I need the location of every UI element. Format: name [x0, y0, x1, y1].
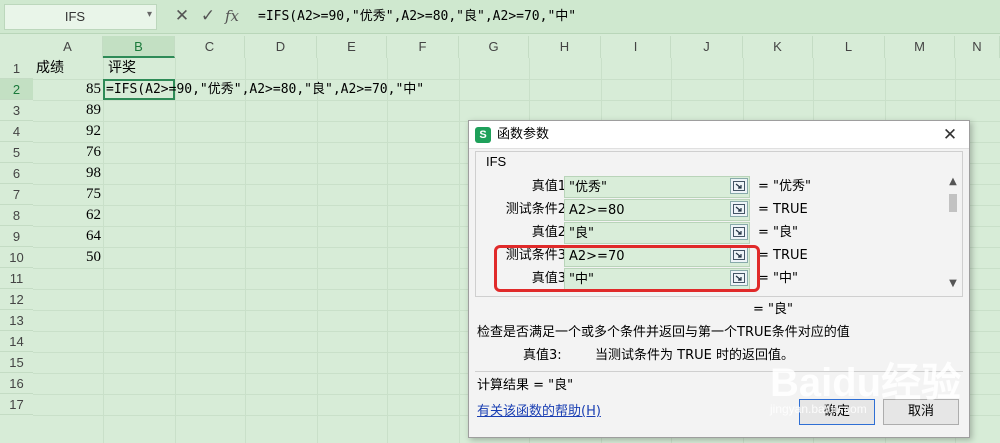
close-icon[interactable]: ✕ [939, 124, 961, 146]
insert-function-button[interactable]: fx [220, 4, 244, 28]
column-header-f[interactable]: F [387, 36, 459, 58]
column-header-m[interactable]: M [885, 36, 955, 58]
function-name: IFS [486, 154, 507, 169]
cell-a6[interactable]: 98 [33, 163, 101, 184]
formula-bar: IFS ▾ ✕ ✓ fx =IFS(A2>=90,"优秀",A2>=80,"良"… [0, 0, 1000, 34]
calculation-result: 计算结果 = "良" [477, 378, 574, 393]
name-box[interactable]: IFS ▾ [4, 4, 157, 30]
name-box-value: IFS [64, 9, 86, 24]
column-header-c[interactable]: C [175, 36, 245, 58]
overall-result: = "良" [753, 302, 793, 317]
row-header-2[interactable]: 2 [0, 79, 33, 100]
row-header-15[interactable]: 15 [0, 352, 33, 373]
column-header-k[interactable]: K [743, 36, 813, 58]
watermark-logo: Baidu经验 [770, 361, 962, 405]
row-header-6[interactable]: 6 [0, 163, 33, 184]
argument-result: = "优秀" [758, 179, 811, 194]
argument-input[interactable]: "良" [564, 222, 750, 244]
column-header-n[interactable]: N [955, 36, 1000, 58]
column-gridline [103, 58, 104, 443]
column-header-d[interactable]: D [245, 36, 317, 58]
collapse-dialog-icon[interactable] [730, 178, 748, 194]
row-header-16[interactable]: 16 [0, 373, 33, 394]
scroll-up-icon[interactable]: ▲ [946, 176, 960, 190]
argument-result: = "良" [758, 225, 798, 240]
argument-row: 测试条件2 A2>=80 = TRUE [476, 199, 946, 221]
row-header-9[interactable]: 9 [0, 226, 33, 247]
scroll-down-icon[interactable]: ▼ [946, 278, 960, 292]
cell-a5[interactable]: 76 [33, 142, 101, 163]
close-icon[interactable]: ✕ [170, 4, 194, 28]
column-gridline [245, 58, 246, 443]
argument-label: 真值1 [531, 179, 566, 194]
argument-input[interactable]: A2>=80 [564, 199, 750, 221]
formula-input[interactable]: =IFS(A2>=90,"优秀",A2>=80,"良",A2>=70,"中" [252, 4, 996, 30]
row-header-5[interactable]: 5 [0, 142, 33, 163]
row-header-1[interactable]: 1 [0, 58, 33, 79]
cell-a3[interactable]: 89 [33, 100, 101, 121]
scroll-thumb[interactable] [949, 194, 957, 212]
column-header-e[interactable]: E [317, 36, 387, 58]
argument-label: 测试条件2 [505, 202, 566, 217]
column-header-i[interactable]: I [601, 36, 671, 58]
collapse-dialog-icon[interactable] [730, 224, 748, 240]
argument-result: = "中" [758, 271, 798, 286]
argument-description-label: 真值3: [523, 348, 562, 363]
row-gridline [33, 100, 1000, 101]
argument-row: 真值2 "良" = "良" [476, 222, 946, 244]
row-header-7[interactable]: 7 [0, 184, 33, 205]
column-header-b[interactable]: B [103, 36, 175, 58]
row-header-14[interactable]: 14 [0, 331, 33, 352]
app-logo-icon: S [475, 127, 491, 143]
row-header-3[interactable]: 3 [0, 100, 33, 121]
cell-a2[interactable]: 85 [33, 79, 101, 100]
check-icon[interactable]: ✓ [196, 4, 220, 28]
argument-row: 真值1 "优秀" = "优秀" [476, 176, 946, 198]
arguments-scrollbar[interactable]: ▲ ▼ [946, 176, 960, 294]
column-header-a[interactable]: A [33, 36, 103, 58]
cell-a7[interactable]: 75 [33, 184, 101, 205]
collapse-dialog-icon[interactable] [730, 201, 748, 217]
argument-label: 真值2 [531, 225, 566, 240]
row-header-11[interactable]: 11 [0, 268, 33, 289]
column-header-bar: ABCDEFGHIJKLMN [0, 36, 1000, 58]
column-gridline [175, 58, 176, 443]
row-header-12[interactable]: 12 [0, 289, 33, 310]
column-gridline [459, 58, 460, 443]
row-header-10[interactable]: 10 [0, 247, 33, 268]
row-header-8[interactable]: 8 [0, 205, 33, 226]
annotation-highlight-box [494, 245, 760, 292]
cell-b2-editing-text[interactable]: =IFS(A2>=90,"优秀",A2>=80,"良",A2>=70,"中" [106, 79, 424, 100]
cell-b1[interactable]: 评奖 [108, 58, 136, 79]
row-header-17[interactable]: 17 [0, 394, 33, 415]
cell-a9[interactable]: 64 [33, 226, 101, 247]
cell-a10[interactable]: 50 [33, 247, 101, 268]
argument-result: = TRUE [758, 202, 808, 217]
watermark-url: jingyan.baidu.com [770, 402, 867, 416]
dialog-title: 函数参数 [497, 127, 550, 142]
cell-a4[interactable]: 92 [33, 121, 101, 142]
cell-a8[interactable]: 62 [33, 205, 101, 226]
watermark: Baidu经验 jingyan.baidu.com [760, 330, 980, 430]
argument-result: = TRUE [758, 248, 808, 263]
cell-a1[interactable]: 成绩 [36, 58, 64, 79]
column-header-g[interactable]: G [459, 36, 529, 58]
argument-input[interactable]: "优秀" [564, 176, 750, 198]
column-header-l[interactable]: L [813, 36, 885, 58]
column-gridline [387, 58, 388, 443]
chevron-down-icon[interactable]: ▾ [147, 9, 152, 20]
row-header-13[interactable]: 13 [0, 310, 33, 331]
column-header-j[interactable]: J [671, 36, 743, 58]
row-header-4[interactable]: 4 [0, 121, 33, 142]
column-gridline [317, 58, 318, 443]
column-header-h[interactable]: H [529, 36, 601, 58]
function-help-link[interactable]: 有关该函数的帮助(H) [477, 403, 601, 421]
dialog-title-bar[interactable]: S 函数参数 ✕ [469, 121, 969, 149]
